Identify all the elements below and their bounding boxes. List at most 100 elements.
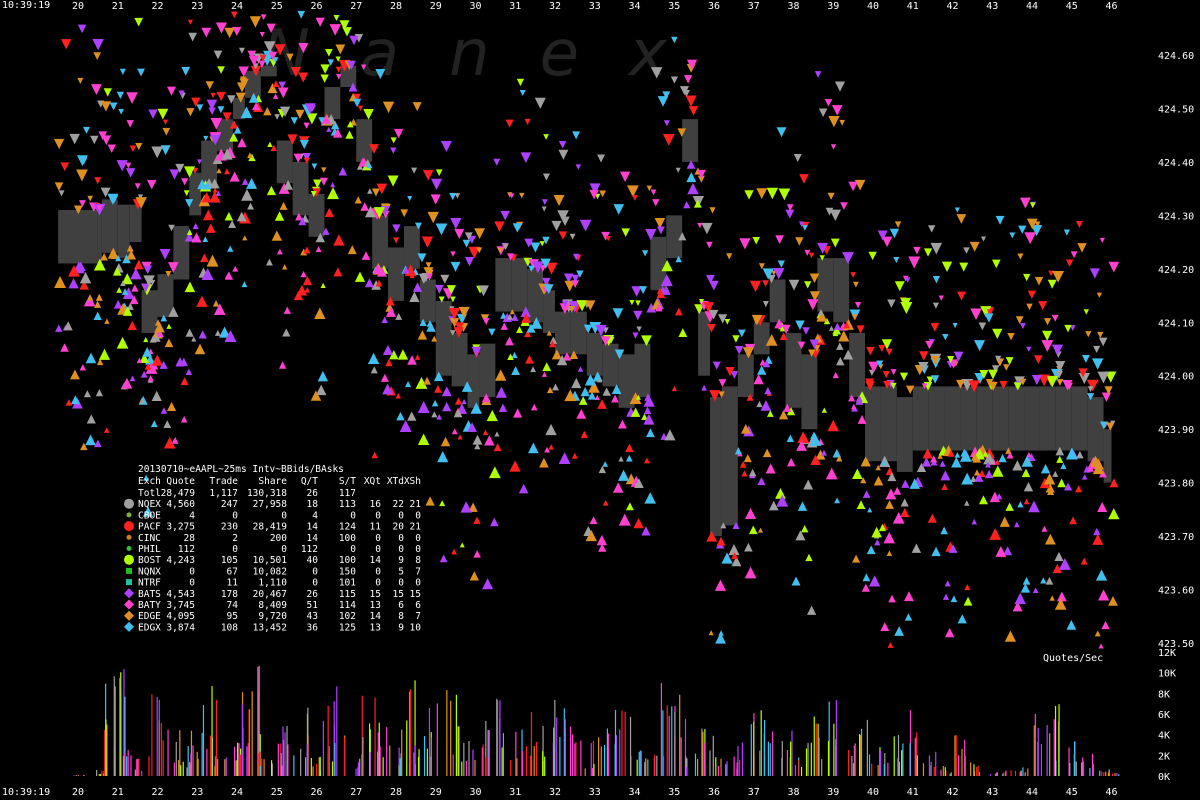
volume-bar [858,734,861,776]
volume-bar [571,734,574,776]
volume-bar [328,745,330,776]
x-tick-top: 43 [986,1,998,12]
volume-bar [127,750,129,776]
legend-square-icon [126,579,132,586]
stats-cell: 200 [270,533,287,544]
stats-cell: 11 [227,578,239,589]
stats-cell: 28,419 [253,522,288,533]
volume-bar [600,746,602,776]
volume-bar [282,726,284,776]
volume-bar [639,750,641,776]
volume-tick: 10K [1158,669,1176,680]
volume-bar [414,745,416,776]
legend-circle-icon [124,498,134,509]
stats-cell: 7 [415,566,421,577]
volume-bar [964,739,966,776]
volume-bar [99,773,101,776]
volume-bar [916,755,918,776]
volume-bar [1075,761,1077,776]
volume-bar [703,742,706,776]
stats-cell: 0 [398,544,404,555]
stats-cell: 14 [370,611,382,622]
nbbo-segment [710,397,722,537]
volume-bar [319,756,321,776]
volume-bar [970,762,972,776]
volume-bar [362,736,364,776]
volume-bar [197,758,199,776]
x-tick-top: 39 [827,1,839,12]
volume-bar [606,728,608,776]
volume-bar [866,719,868,776]
volume-bar [482,744,484,776]
volume-bar [553,727,555,776]
volume-bar [134,769,136,776]
legend-square-icon [126,567,132,574]
volume-bar [1054,705,1057,776]
x-tick-bottom: 37 [748,787,760,798]
stats-cell: 0 [232,510,238,521]
x-tick-bottom: 33 [589,787,601,798]
stats-cell: 13,452 [253,622,287,633]
volume-bar [666,705,668,776]
stats-cell: 1,110 [258,578,287,589]
nbbo-segment [880,386,897,462]
volume-bar [696,759,699,776]
volume-bar [79,775,81,776]
volume-bar [374,697,376,776]
stats-cell: 51 [307,600,319,611]
volume-bar [286,725,288,776]
volume-bar [559,736,561,776]
volume-bar [138,758,140,776]
nbbo-segment [356,119,373,162]
x-tick-bottom: 23 [191,787,203,798]
volume-bar [887,762,889,776]
footer-time: 10:39:19 [2,787,50,798]
volume-bar [280,753,282,776]
stats-header-cell: Share [258,476,287,487]
volume-bar [406,720,408,776]
nbbo-segment [801,354,818,430]
nbbo-segment [976,386,993,451]
volume-bar [671,706,673,776]
stats-cell: PACF [138,522,161,533]
stats-cell: 115 [339,589,356,600]
stats-cell: 178 [221,589,238,600]
volume-bar [685,766,688,776]
volume-bar [1002,773,1004,776]
stats-cell: 0 [281,510,287,521]
nbbo-segment [141,290,158,333]
volume-bar [909,743,911,776]
volume-bar [455,694,457,776]
volume-bar [206,748,208,776]
volume-bar [355,768,357,776]
volume-bar [310,758,312,776]
volume-bar [614,743,616,776]
volume-bar [428,708,431,776]
x-tick-bottom: 29 [430,787,442,798]
volume-bar [1019,771,1021,776]
stats-cell: 10,082 [253,566,287,577]
nbbo-segment [543,290,555,333]
volume-bar [316,763,318,776]
stats-cell: 0 [189,578,195,589]
stats-cell: 28 [184,533,196,544]
volume-bar [398,765,400,776]
x-tick-top: 21 [112,1,124,12]
stats-header-cell: Q/T [301,476,318,487]
nbbo-segment [292,161,309,216]
x-tick-bottom: 32 [549,787,561,798]
stats-cell: 0 [415,533,421,544]
volume-bar [591,767,594,776]
volume-bar [725,764,727,776]
x-tick-bottom: 45 [1066,787,1078,798]
volume-bar [1092,764,1094,776]
nbbo-segment [1071,386,1088,451]
stats-cell: PHIL [138,544,161,555]
x-tick-top: 25 [271,1,283,12]
stats-cell: 4 [312,510,318,521]
nbbo-segment [753,322,770,355]
volume-bar [141,770,143,776]
volume-bar [83,774,85,776]
x-tick-top: 27 [350,1,362,12]
volume-bar [584,768,586,776]
